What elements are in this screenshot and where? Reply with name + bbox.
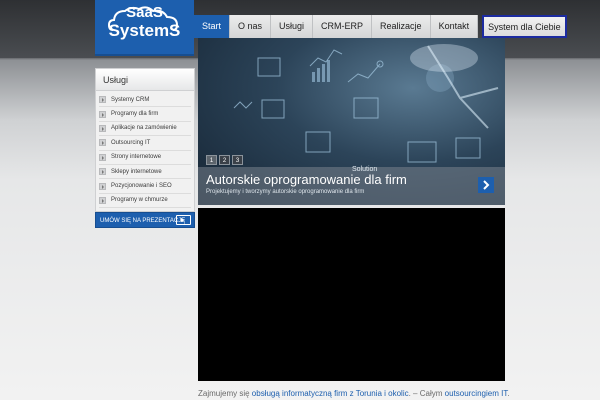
slider-pager: 1 2 3	[206, 155, 245, 165]
arrow-bullet-icon	[99, 153, 106, 161]
sidebar-item-label: Pozycjonowanie i SEO	[111, 183, 172, 190]
sidebar-title: Usługi	[96, 69, 194, 91]
intro-text: Zajmujemy się obsługą informatyczną firm…	[198, 389, 510, 398]
presentation-button-label: UMÓW SIĘ NA PREZENTACJĘ	[100, 218, 186, 224]
intro-middle: . – Całym	[408, 389, 445, 398]
logo-line1: SaaS	[126, 4, 163, 21]
intro-prefix: Zajmujemy się	[198, 389, 252, 398]
slide-page-button[interactable]: 2	[219, 155, 230, 165]
nav-system-dla-ciebie[interactable]: System dla Ciebie	[482, 15, 567, 38]
nav-o-nas[interactable]: O nas	[230, 15, 272, 38]
sidebar-item-label: Programy w chmurze	[111, 197, 168, 204]
nav-crm-erp[interactable]: CRM-ERP	[313, 15, 373, 38]
arrow-bullet-icon	[99, 96, 106, 104]
logo-line2: SystemS	[108, 21, 181, 40]
presentation-button[interactable]: UMÓW SIĘ NA PREZENTACJĘ	[95, 212, 195, 228]
sidebar-item-label: Sklepy internetowe	[111, 168, 162, 175]
slide-page-button[interactable]: 3	[232, 155, 243, 165]
sidebar-item-label: Systemy CRM	[111, 96, 150, 103]
arrow-bullet-icon	[99, 168, 106, 176]
sidebar-item-label: Strony internetowe	[111, 154, 162, 161]
nav-realizacje[interactable]: Realizacje	[372, 15, 431, 38]
arrow-bullet-icon	[99, 182, 106, 190]
nav-uslugi[interactable]: Usługi	[271, 15, 314, 38]
arrow-bullet-icon	[99, 196, 106, 204]
arrow-bullet-icon	[99, 124, 106, 132]
sidebar-item-chmura[interactable]: Programy w chmurze	[99, 194, 191, 209]
services-sidebar: Usługi Systemy CRM Programy dla firm Apl…	[95, 68, 195, 213]
intro-suffix: .	[507, 389, 510, 398]
sidebar-item-label: Programy dla firm	[111, 111, 159, 118]
video-player[interactable]	[198, 208, 505, 381]
slide-caption: Solution Autorskie oprogramowanie dla fi…	[198, 166, 505, 205]
slide-title: Autorskie oprogramowanie dla firm	[206, 172, 407, 187]
presentation-screen-icon	[176, 215, 191, 225]
slide-subtitle: Projektujemy i tworzymy autorskie oprogr…	[206, 189, 365, 195]
sidebar-item-label: Outsourcing IT	[111, 139, 151, 146]
sidebar-item-sklepy[interactable]: Sklepy internetowe	[99, 165, 191, 180]
sidebar-item-systemy-crm[interactable]: Systemy CRM	[99, 93, 191, 108]
arrow-bullet-icon	[99, 110, 106, 118]
sidebar-item-label: Aplikacje na zamówienie	[111, 125, 177, 132]
logo[interactable]: SaaS SystemS	[95, 0, 194, 56]
hero-slider[interactable]: . 1 2 3 Solution Autorskie oprogramowani…	[198, 38, 505, 205]
intro-link-outsourcing-torun[interactable]: obsługą informatyczną firm z Torunia i o…	[252, 389, 409, 398]
sidebar-item-strony[interactable]: Strony internetowe	[99, 151, 191, 165]
intro-link-outsourcing-it[interactable]: outsourcingiem IT	[445, 389, 508, 398]
sidebar-list: Systemy CRM Programy dla firm Aplikacje …	[96, 91, 194, 211]
arrow-bullet-icon	[99, 139, 106, 147]
sidebar-item-aplikacje[interactable]: Aplikacje na zamówienie	[99, 122, 191, 137]
nav-start[interactable]: Start	[194, 15, 231, 38]
sidebar-item-seo[interactable]: Pozycjonowanie i SEO	[99, 179, 191, 194]
sidebar-item-programy-dla-firm[interactable]: Programy dla firm	[99, 107, 191, 122]
main-nav: Start O nas Usługi CRM-ERP Realizacje Ko…	[194, 15, 567, 38]
sidebar-item-outsourcing[interactable]: Outsourcing IT	[99, 136, 191, 151]
chevron-right-icon	[483, 180, 490, 190]
slide-page-button[interactable]: 1	[206, 155, 217, 165]
nav-kontakt[interactable]: Kontakt	[430, 15, 479, 38]
next-slide-button[interactable]	[478, 177, 494, 193]
logo-text: SaaS SystemS	[95, 4, 194, 40]
